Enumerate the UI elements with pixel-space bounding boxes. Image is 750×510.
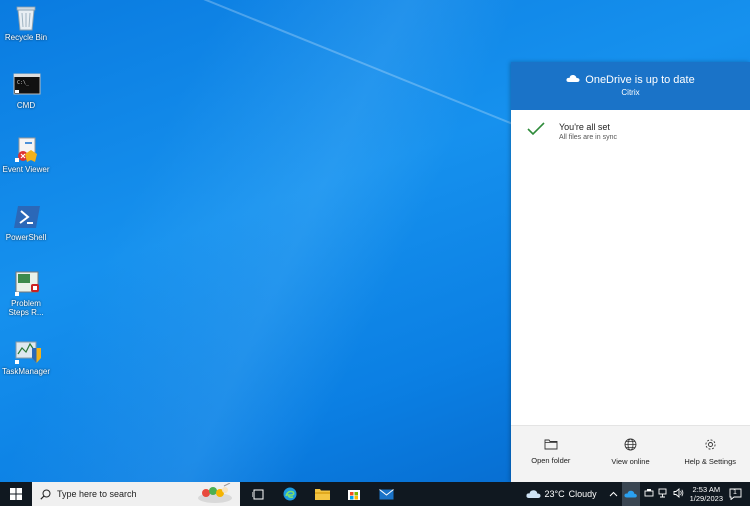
desktop-icon-cmd[interactable]: C:\_ CMD xyxy=(0,72,52,110)
mail-button[interactable] xyxy=(370,482,402,506)
view-online-button[interactable]: View online xyxy=(591,426,671,482)
desktop-icon-powershell[interactable]: PowerShell xyxy=(0,204,52,242)
help-settings-button[interactable]: Help & Settings xyxy=(670,426,750,482)
view-online-label: View online xyxy=(611,457,649,466)
folder-icon xyxy=(315,488,330,500)
task-manager-icon xyxy=(13,338,39,364)
edge-icon xyxy=(283,487,297,501)
task-view-button[interactable] xyxy=(242,482,274,506)
desktop-icon-label: Problem Steps R... xyxy=(0,299,52,317)
problem-steps-recorder-icon xyxy=(13,270,39,296)
usb-icon[interactable] xyxy=(644,488,654,500)
clock-date: 1/29/2023 xyxy=(690,494,723,503)
clock-time: 2:53 AM xyxy=(690,485,723,494)
globe-icon xyxy=(624,438,637,451)
onedrive-flyout: OneDrive is up to date Citrix You're all… xyxy=(511,62,750,482)
system-tray: 23°C Cloudy 2:53 AM 1/29/2023 1 xyxy=(526,482,750,506)
onedrive-title-row: OneDrive is up to date xyxy=(511,62,750,86)
clock[interactable]: 2:53 AM 1/29/2023 xyxy=(690,485,723,503)
gear-icon xyxy=(704,438,717,451)
weather-condition: Cloudy xyxy=(569,489,597,499)
sync-status: You're all set All files are in sync xyxy=(511,110,750,153)
weather-temp: 23°C xyxy=(545,489,565,499)
desktop-icon-label: PowerShell xyxy=(0,233,52,242)
onedrive-tray-button[interactable] xyxy=(622,482,640,506)
desktop-icon-label: Recycle Bin xyxy=(0,33,52,42)
desktop-icon-label: TaskManager xyxy=(0,367,52,376)
status-title: You're all set xyxy=(559,122,617,132)
notification-count: 1 xyxy=(733,489,737,496)
onedrive-footer: Open folder View online Help & Settings xyxy=(511,425,750,482)
start-button[interactable] xyxy=(0,482,32,506)
file-explorer-button[interactable] xyxy=(306,482,338,506)
open-folder-button[interactable]: Open folder xyxy=(511,426,591,482)
taskbar: Type here to search xyxy=(0,482,750,506)
desktop-icon-event-viewer[interactable]: Event Viewer xyxy=(0,136,52,174)
volume-icon[interactable] xyxy=(673,488,684,500)
weather-widget[interactable]: 23°C Cloudy xyxy=(526,489,597,499)
edge-button[interactable] xyxy=(274,482,306,506)
event-viewer-icon xyxy=(13,136,39,162)
cloud-icon xyxy=(526,489,541,499)
desktop-icon-label: Event Viewer xyxy=(0,165,52,174)
mail-icon xyxy=(379,489,394,500)
onedrive-account: Citrix xyxy=(511,88,750,97)
open-folder-label: Open folder xyxy=(531,456,570,465)
chevron-up-icon[interactable] xyxy=(609,489,618,499)
desktop-icon-label: CMD xyxy=(0,101,52,110)
search-placeholder: Type here to search xyxy=(57,489,137,499)
search-icon xyxy=(40,489,51,500)
network-icon[interactable] xyxy=(658,488,669,500)
search-box[interactable]: Type here to search xyxy=(32,482,240,506)
checkmark-icon xyxy=(527,122,545,141)
cloud-icon xyxy=(566,74,580,86)
folder-icon xyxy=(544,438,558,450)
onedrive-header: OneDrive is up to date Citrix xyxy=(511,62,750,110)
windows-logo-icon xyxy=(10,488,22,500)
svg-text:C:\_: C:\_ xyxy=(17,80,30,86)
wallpaper-light xyxy=(0,0,520,482)
onedrive-title: OneDrive is up to date xyxy=(585,74,694,86)
desktop-icon-problem-steps-recorder[interactable]: Problem Steps R... xyxy=(0,270,52,317)
powershell-icon xyxy=(13,204,39,230)
store-button[interactable] xyxy=(338,482,370,506)
task-view-icon xyxy=(252,489,264,500)
recycle-bin-icon xyxy=(13,4,39,30)
cmd-icon: C:\_ xyxy=(13,72,39,98)
status-detail: All files are in sync xyxy=(559,134,617,141)
help-settings-label: Help & Settings xyxy=(684,457,736,466)
notification-center-button[interactable]: 1 xyxy=(729,488,742,500)
store-icon xyxy=(347,487,361,501)
onedrive-cloud-icon xyxy=(624,490,637,498)
desktop-icon-task-manager[interactable]: TaskManager xyxy=(0,338,52,376)
desktop-icon-recycle-bin[interactable]: Recycle Bin xyxy=(0,4,52,42)
